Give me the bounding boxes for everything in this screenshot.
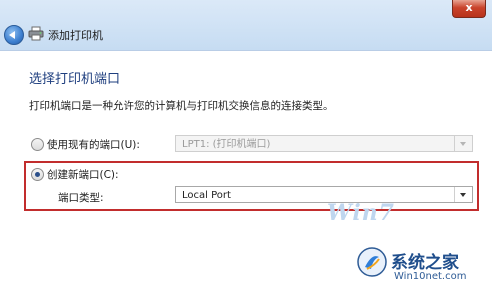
wizard-content: 选择打印机端口 打印机端口是一种允许您的计算机与打印机交换信息的连接类型。 使用… (0, 51, 492, 282)
port-type-value: Local Port (182, 190, 231, 201)
create-port-label[interactable]: 创建新端口(C): (47, 167, 119, 182)
existing-port-value: LPT1: (打印机端口) (182, 139, 271, 150)
create-port-radio[interactable] (31, 168, 44, 181)
port-type-label: 端口类型: (58, 192, 104, 204)
close-button[interactable]: x (452, 0, 486, 18)
window-title: 添加打印机 (48, 29, 103, 42)
brand-name: 系统之家 (391, 253, 459, 273)
existing-port-radio[interactable] (31, 138, 44, 151)
port-type-select[interactable]: Local Port (175, 186, 473, 203)
page-title: 选择打印机端口 (29, 72, 121, 87)
existing-port-select: LPT1: (打印机端口) (175, 135, 473, 152)
title-bar: x 添加打印机 (0, 0, 492, 51)
win7-watermark: Win7 (327, 200, 395, 226)
brand-logo-icon (357, 247, 387, 277)
close-icon: x (465, 1, 473, 14)
chevron-down-icon[interactable] (454, 187, 472, 202)
existing-port-label[interactable]: 使用现有的端口(U): (47, 137, 140, 152)
back-arrow-icon[interactable] (4, 25, 24, 45)
chevron-down-icon (454, 136, 472, 151)
page-description: 打印机端口是一种允许您的计算机与打印机交换信息的连接类型。 (29, 100, 334, 112)
printer-icon (28, 26, 44, 41)
